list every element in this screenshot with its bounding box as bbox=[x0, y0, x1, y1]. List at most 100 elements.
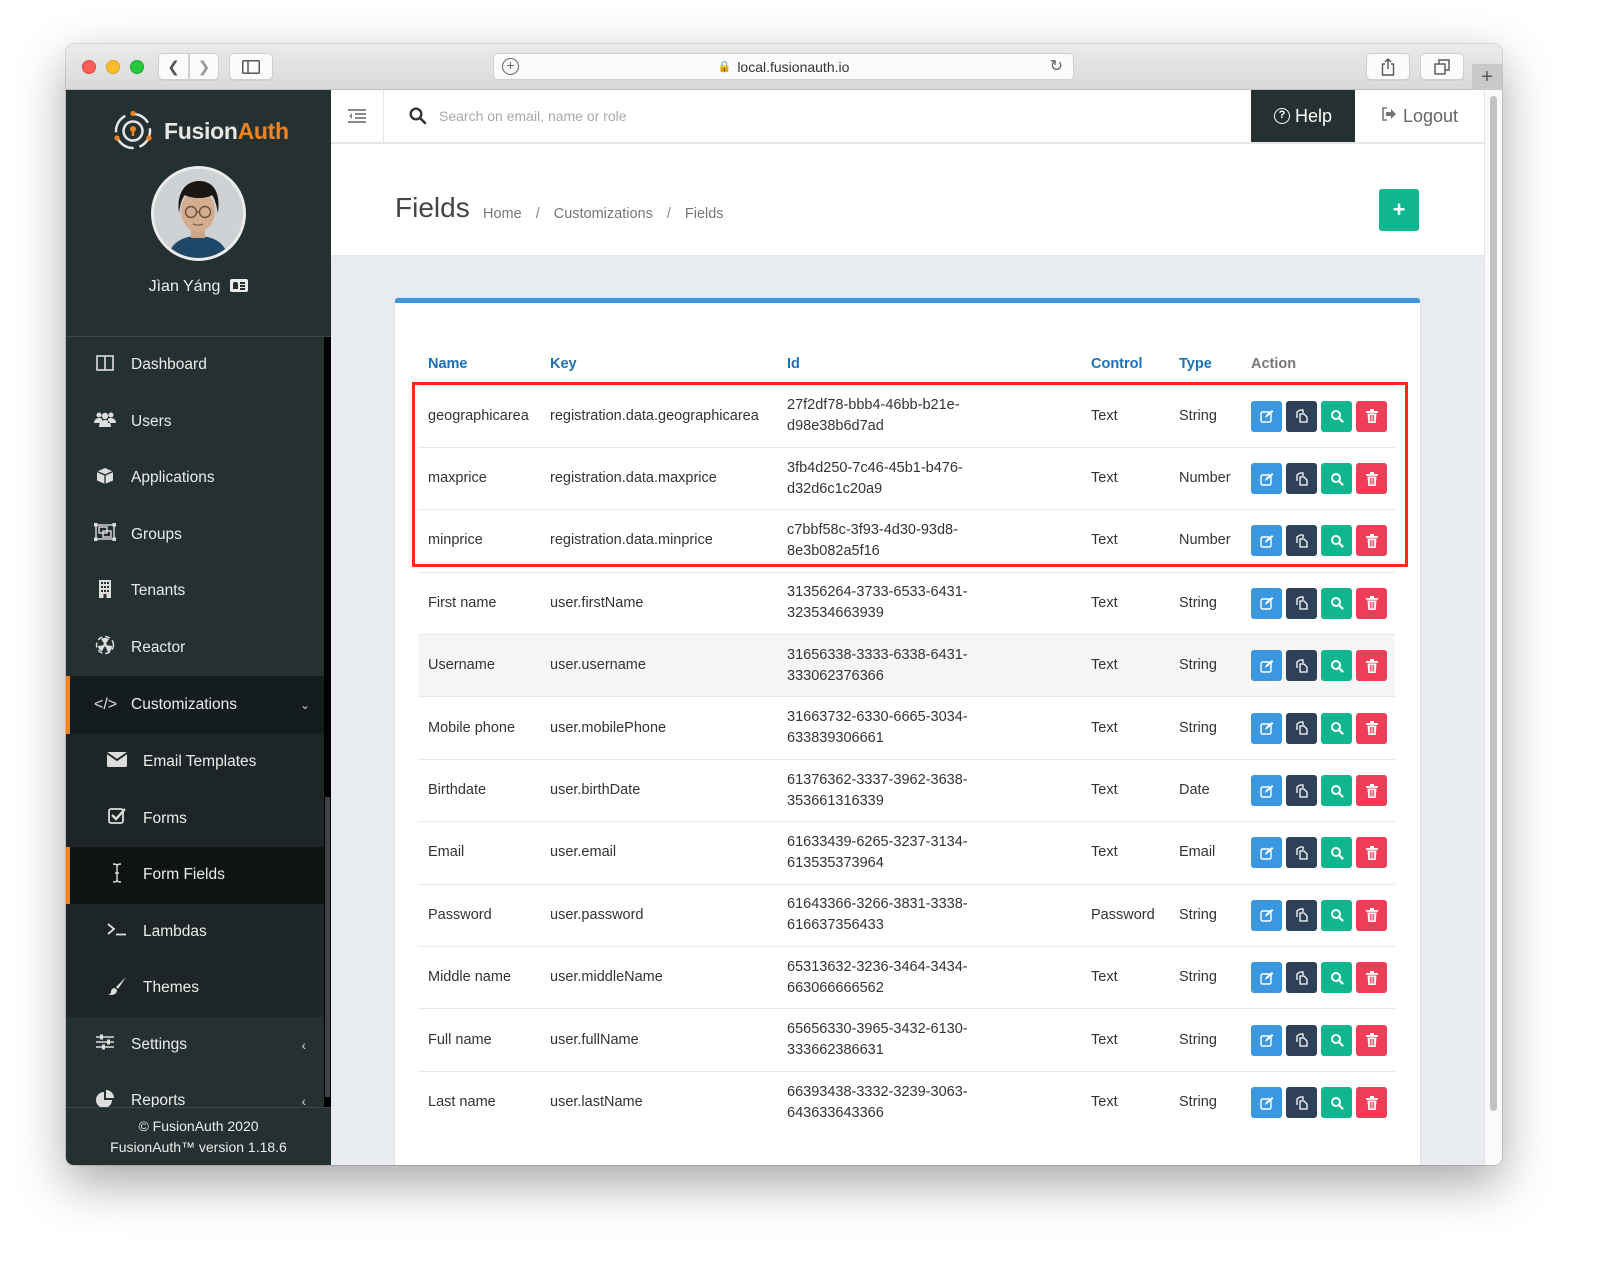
sidebar-item-label: Applications bbox=[131, 469, 215, 487]
edit-button[interactable] bbox=[1251, 837, 1282, 869]
edit-button[interactable] bbox=[1251, 712, 1282, 744]
view-button[interactable] bbox=[1321, 837, 1352, 869]
delete-button[interactable] bbox=[1356, 587, 1387, 619]
edit-button[interactable] bbox=[1251, 400, 1282, 432]
share-button[interactable] bbox=[1366, 53, 1410, 80]
sidebar-item-groups[interactable]: Groups bbox=[66, 507, 324, 564]
show-tabs-button[interactable] bbox=[1420, 53, 1464, 80]
duplicate-button[interactable] bbox=[1286, 650, 1317, 682]
view-button[interactable] bbox=[1321, 1024, 1352, 1056]
sidebar-item-dashboard[interactable]: Dashboard bbox=[66, 337, 324, 394]
duplicate-button[interactable] bbox=[1286, 962, 1317, 994]
delete-button[interactable] bbox=[1356, 650, 1387, 682]
view-button[interactable] bbox=[1321, 962, 1352, 994]
view-button[interactable] bbox=[1321, 712, 1352, 744]
field-name-text: Middle name bbox=[428, 969, 512, 986]
page-scrollbar[interactable] bbox=[1484, 90, 1502, 1165]
reload-icon[interactable]: ↻ bbox=[1050, 56, 1063, 76]
view-button[interactable] bbox=[1321, 463, 1352, 495]
delete-button[interactable] bbox=[1356, 775, 1387, 807]
sidebar-scrollbar[interactable] bbox=[324, 337, 331, 1107]
close-window-button[interactable] bbox=[82, 60, 96, 74]
sidebar-scrollbar-thumb[interactable] bbox=[325, 797, 330, 1097]
delete-button[interactable] bbox=[1356, 400, 1387, 432]
breadcrumb-customizations[interactable]: Customizations bbox=[554, 206, 653, 222]
field-control: Text bbox=[1081, 1070, 1169, 1134]
new-tab-button[interactable]: + bbox=[1472, 64, 1502, 90]
delete-button[interactable] bbox=[1356, 1024, 1387, 1056]
trash-icon bbox=[1365, 658, 1378, 673]
add-field-button[interactable]: + bbox=[1379, 189, 1419, 231]
delete-button[interactable] bbox=[1356, 1087, 1387, 1119]
back-button[interactable]: ❮ bbox=[158, 53, 189, 80]
edit-button[interactable] bbox=[1251, 587, 1282, 619]
view-button[interactable] bbox=[1321, 525, 1352, 557]
view-button[interactable] bbox=[1321, 650, 1352, 682]
browser-sidebar-button[interactable] bbox=[229, 53, 273, 80]
column-header-key[interactable]: Key bbox=[540, 343, 777, 385]
column-header-name[interactable]: Name bbox=[418, 343, 540, 385]
delete-button[interactable] bbox=[1356, 962, 1387, 994]
field-id: 31356264-3733-6533-6431- 323534663939 bbox=[777, 571, 1081, 635]
delete-button[interactable] bbox=[1356, 525, 1387, 557]
sidebar-item-email-templates[interactable]: Email Templates bbox=[66, 734, 324, 791]
id-card-icon[interactable] bbox=[230, 279, 249, 292]
help-button[interactable]: ? Help bbox=[1251, 90, 1355, 142]
sidebar-item-tenants[interactable]: Tenants bbox=[66, 563, 324, 620]
duplicate-button[interactable] bbox=[1286, 525, 1317, 557]
duplicate-button[interactable] bbox=[1286, 775, 1317, 807]
duplicate-button[interactable] bbox=[1286, 899, 1317, 931]
edit-button[interactable] bbox=[1251, 650, 1282, 682]
edit-button[interactable] bbox=[1251, 1087, 1282, 1119]
duplicate-button[interactable] bbox=[1286, 587, 1317, 619]
sidebar-item-users[interactable]: Users bbox=[66, 394, 324, 451]
avatar[interactable] bbox=[151, 166, 246, 261]
copy-icon bbox=[1295, 471, 1308, 486]
fusionauth-logo[interactable]: FusionAuth bbox=[112, 110, 289, 152]
minimize-window-button[interactable] bbox=[106, 60, 120, 74]
logout-button[interactable]: Logout bbox=[1355, 90, 1484, 142]
search-input[interactable] bbox=[439, 104, 939, 128]
view-button[interactable] bbox=[1321, 899, 1352, 931]
sidebar-item-customizations[interactable]: </> Customizations ⌄ bbox=[66, 676, 324, 734]
sidebar-item-forms[interactable]: Forms bbox=[66, 790, 324, 847]
sidebar-item-reactor[interactable]: Reactor bbox=[66, 620, 324, 677]
column-header-type[interactable]: Type bbox=[1169, 343, 1241, 385]
breadcrumb-fields: Fields bbox=[684, 206, 724, 222]
trash-icon bbox=[1365, 471, 1378, 486]
duplicate-button[interactable] bbox=[1286, 712, 1317, 744]
sidebar-item-lambdas[interactable]: Lambdas bbox=[66, 903, 324, 960]
duplicate-button[interactable] bbox=[1286, 1024, 1317, 1056]
delete-button[interactable] bbox=[1356, 463, 1387, 495]
sidebar-item-applications[interactable]: Applications bbox=[66, 450, 324, 507]
address-bar[interactable]: + 🔒 local.fusionauth.io ↻ bbox=[493, 53, 1074, 80]
view-button[interactable] bbox=[1321, 1087, 1352, 1119]
edit-button[interactable] bbox=[1251, 525, 1282, 557]
edit-button[interactable] bbox=[1251, 463, 1282, 495]
duplicate-button[interactable] bbox=[1286, 1087, 1317, 1119]
edit-button[interactable] bbox=[1251, 1024, 1282, 1056]
delete-button[interactable] bbox=[1356, 899, 1387, 931]
sidebar-item-settings[interactable]: Settings ‹ bbox=[66, 1017, 324, 1074]
collapse-sidebar-button[interactable] bbox=[331, 90, 384, 142]
duplicate-button[interactable] bbox=[1286, 837, 1317, 869]
edit-button[interactable] bbox=[1251, 775, 1282, 807]
page-scrollbar-thumb[interactable] bbox=[1490, 96, 1497, 1111]
breadcrumb-home[interactable]: Home bbox=[483, 206, 522, 222]
duplicate-button[interactable] bbox=[1286, 463, 1317, 495]
delete-button[interactable] bbox=[1356, 837, 1387, 869]
duplicate-button[interactable] bbox=[1286, 400, 1317, 432]
column-header-control[interactable]: Control bbox=[1081, 343, 1169, 385]
edit-button[interactable] bbox=[1251, 899, 1282, 931]
sidebar-item-form-fields[interactable]: Form Fields bbox=[66, 847, 324, 904]
edit-button[interactable] bbox=[1251, 962, 1282, 994]
column-header-id[interactable]: Id bbox=[777, 343, 1081, 385]
zoom-window-button[interactable] bbox=[130, 60, 144, 74]
forward-button[interactable]: ❯ bbox=[189, 53, 219, 80]
delete-button[interactable] bbox=[1356, 712, 1387, 744]
sidebar-item-themes[interactable]: Themes bbox=[66, 960, 324, 1017]
add-bookmark-icon[interactable]: + bbox=[502, 58, 519, 75]
view-button[interactable] bbox=[1321, 775, 1352, 807]
view-button[interactable] bbox=[1321, 400, 1352, 432]
view-button[interactable] bbox=[1321, 587, 1352, 619]
